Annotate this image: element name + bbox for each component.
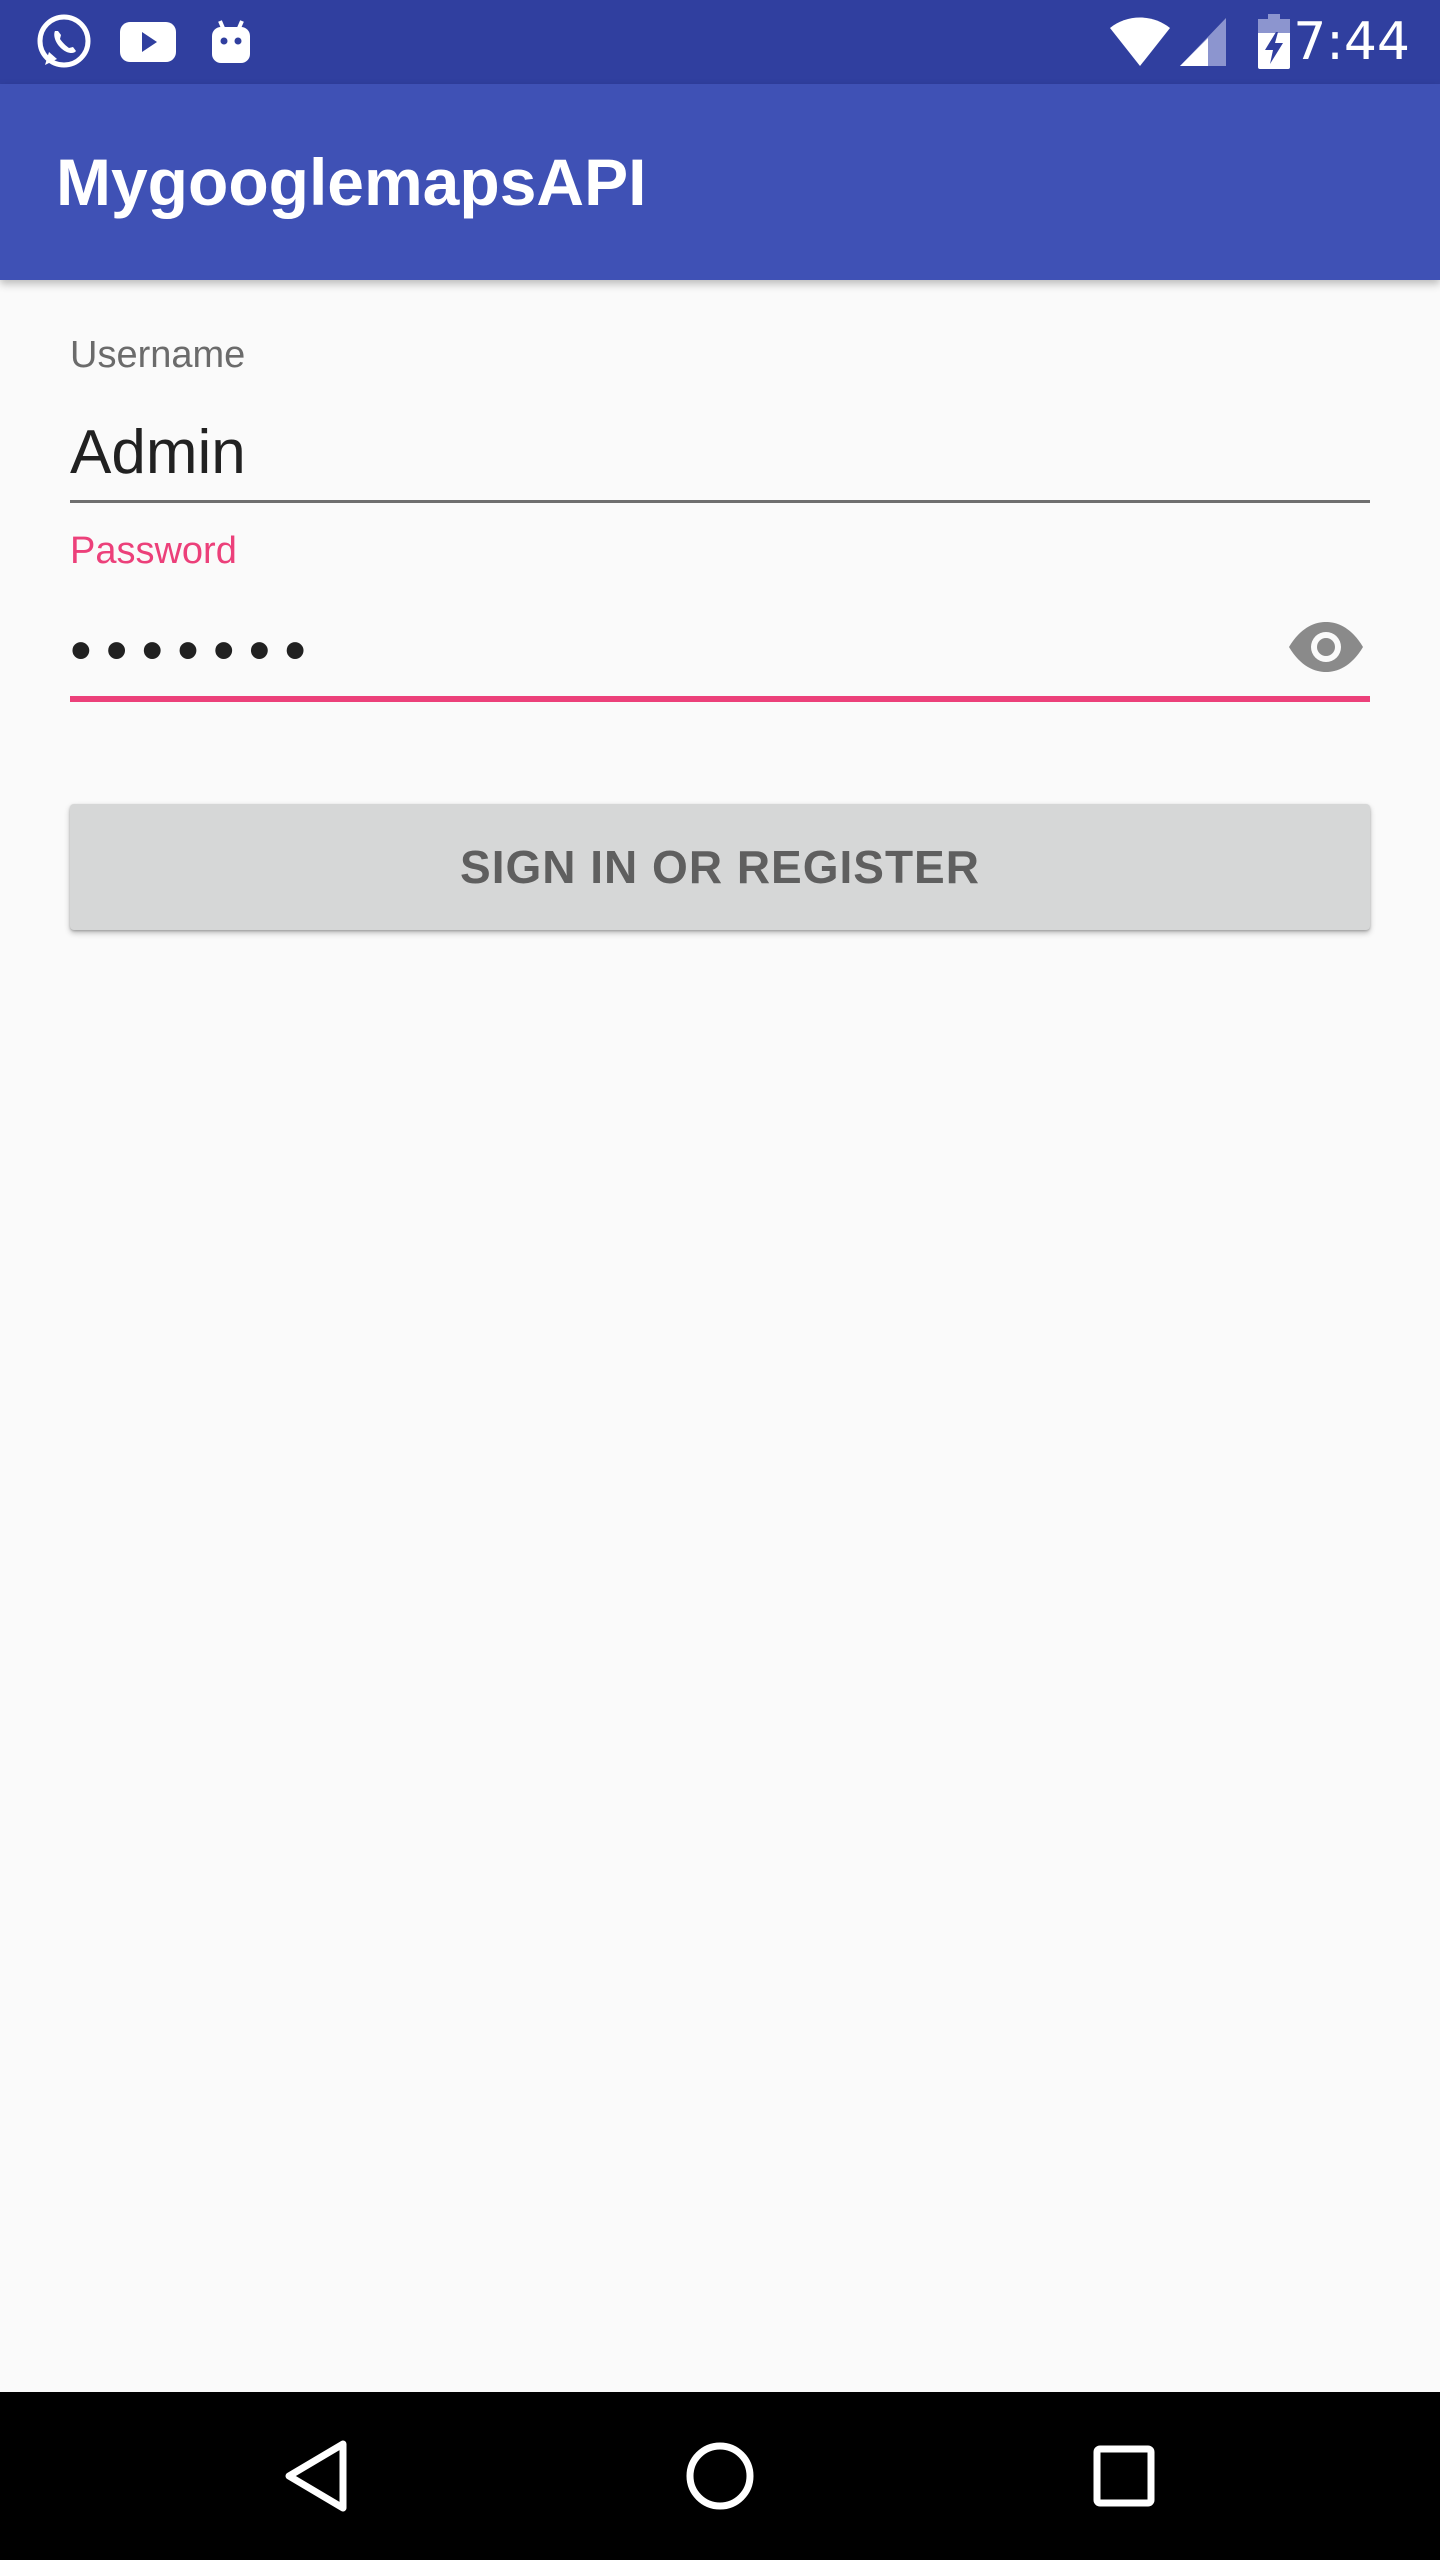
app-title: MygooglemapsAPI xyxy=(56,145,647,219)
eye-icon xyxy=(1289,622,1363,672)
username-label: Username xyxy=(70,334,246,376)
youtube-icon xyxy=(118,12,178,72)
wifi-icon xyxy=(1108,12,1172,72)
signal-icon xyxy=(1178,12,1228,72)
status-bar: 7:44 xyxy=(0,0,1440,84)
home-icon[interactable] xyxy=(670,2426,770,2526)
username-underline xyxy=(70,500,1370,503)
password-underline xyxy=(70,696,1370,702)
password-visibility-toggle[interactable] xyxy=(1286,612,1366,682)
status-time: 7:44 xyxy=(1293,12,1410,72)
battery-charging-icon xyxy=(1254,12,1294,72)
recents-icon[interactable] xyxy=(1074,2426,1174,2526)
app-bar: MygooglemapsAPI xyxy=(0,84,1440,280)
whatsapp-icon xyxy=(34,12,94,72)
navigation-bar xyxy=(0,2392,1440,2560)
username-field[interactable] xyxy=(70,412,1370,492)
sign-in-or-register-button[interactable]: SIGN IN OR REGISTER xyxy=(70,804,1370,930)
password-label: Password xyxy=(70,530,237,572)
password-field[interactable] xyxy=(70,610,1260,690)
android-icon xyxy=(206,12,256,72)
back-icon[interactable] xyxy=(266,2426,366,2526)
